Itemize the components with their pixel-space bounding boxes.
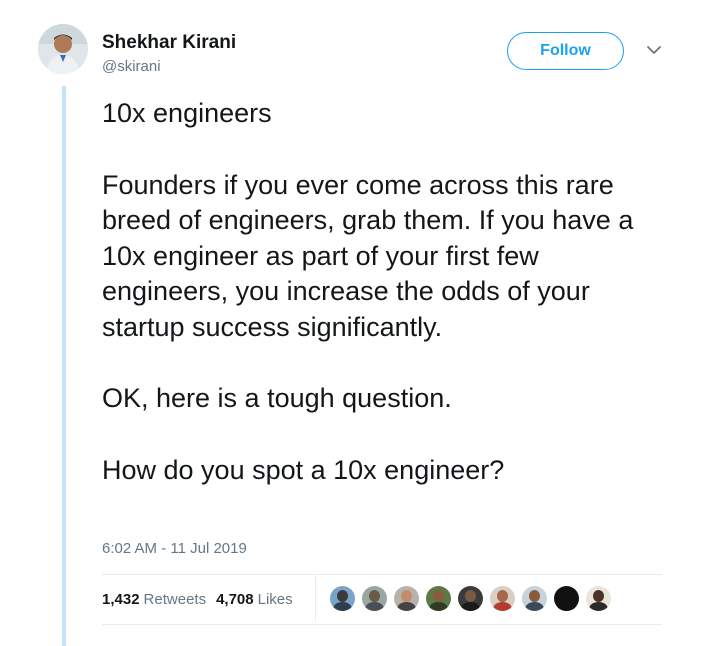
- author-info: Shekhar Kirani @skirani: [102, 32, 236, 76]
- author-display-name[interactable]: Shekhar Kirani: [102, 32, 236, 54]
- chevron-down-icon[interactable]: [646, 44, 662, 56]
- liker-avatar-7[interactable]: [522, 586, 547, 611]
- tweet-paragraph: Founders if you ever come across this ra…: [102, 169, 634, 342]
- likes-label: Likes: [257, 590, 293, 608]
- liker-avatar-2[interactable]: [362, 586, 387, 611]
- liker-torso: [429, 602, 448, 611]
- liker-face: [433, 590, 444, 602]
- divider-top: [102, 574, 662, 575]
- tweet-paragraph: How do you spot a 10x engineer?: [102, 454, 505, 485]
- tweet-timestamp[interactable]: 6:02 AM - 11 Jul 2019: [102, 540, 247, 557]
- tweet-stats: 1,432 Retweets 4,708 Likes: [102, 588, 303, 610]
- retweets-stat[interactable]: 1,432 Retweets: [102, 591, 206, 608]
- follow-button[interactable]: Follow: [507, 32, 624, 70]
- liker-torso: [557, 602, 576, 611]
- tweet-paragraph: 10x engineers: [102, 98, 272, 128]
- liker-face: [497, 590, 508, 602]
- liker-face: [529, 590, 540, 602]
- liker-torso: [397, 602, 416, 611]
- retweets-label: Retweets: [143, 590, 207, 608]
- likes-count: 4,708: [216, 590, 254, 608]
- author-handle[interactable]: @skirani: [102, 58, 236, 76]
- liker-face: [337, 590, 348, 602]
- liker-face: [561, 590, 572, 602]
- tweet-paragraph: OK, here is a tough question.: [102, 383, 452, 413]
- liker-avatar-3[interactable]: [394, 586, 419, 611]
- liker-face: [401, 590, 412, 602]
- retweets-count: 1,432: [102, 590, 140, 608]
- divider-bottom: [102, 624, 662, 625]
- liker-face: [465, 590, 476, 602]
- liker-face: [593, 590, 604, 602]
- liker-avatar-6[interactable]: [490, 586, 515, 611]
- liker-torso: [525, 602, 544, 611]
- liker-avatar-5[interactable]: [458, 586, 483, 611]
- liker-torso: [461, 602, 480, 611]
- tweet-text: 10x engineers Founders if you ever come …: [102, 96, 672, 488]
- stats-separator: [315, 575, 316, 621]
- author-avatar[interactable]: [38, 24, 88, 74]
- liker-avatar-4[interactable]: [426, 586, 451, 611]
- likers-list: [330, 586, 618, 611]
- liker-avatar-1[interactable]: [330, 586, 355, 611]
- liker-torso: [493, 602, 512, 611]
- liker-torso: [333, 602, 352, 611]
- liker-avatar-8[interactable]: [554, 586, 579, 611]
- person-avatar-icon: [38, 24, 88, 74]
- likes-stat[interactable]: 4,708 Likes: [216, 591, 293, 608]
- liker-avatar-9[interactable]: [586, 586, 611, 611]
- liker-torso: [365, 602, 384, 611]
- thread-line: [62, 86, 66, 646]
- liker-face: [369, 590, 380, 602]
- liker-torso: [589, 602, 608, 611]
